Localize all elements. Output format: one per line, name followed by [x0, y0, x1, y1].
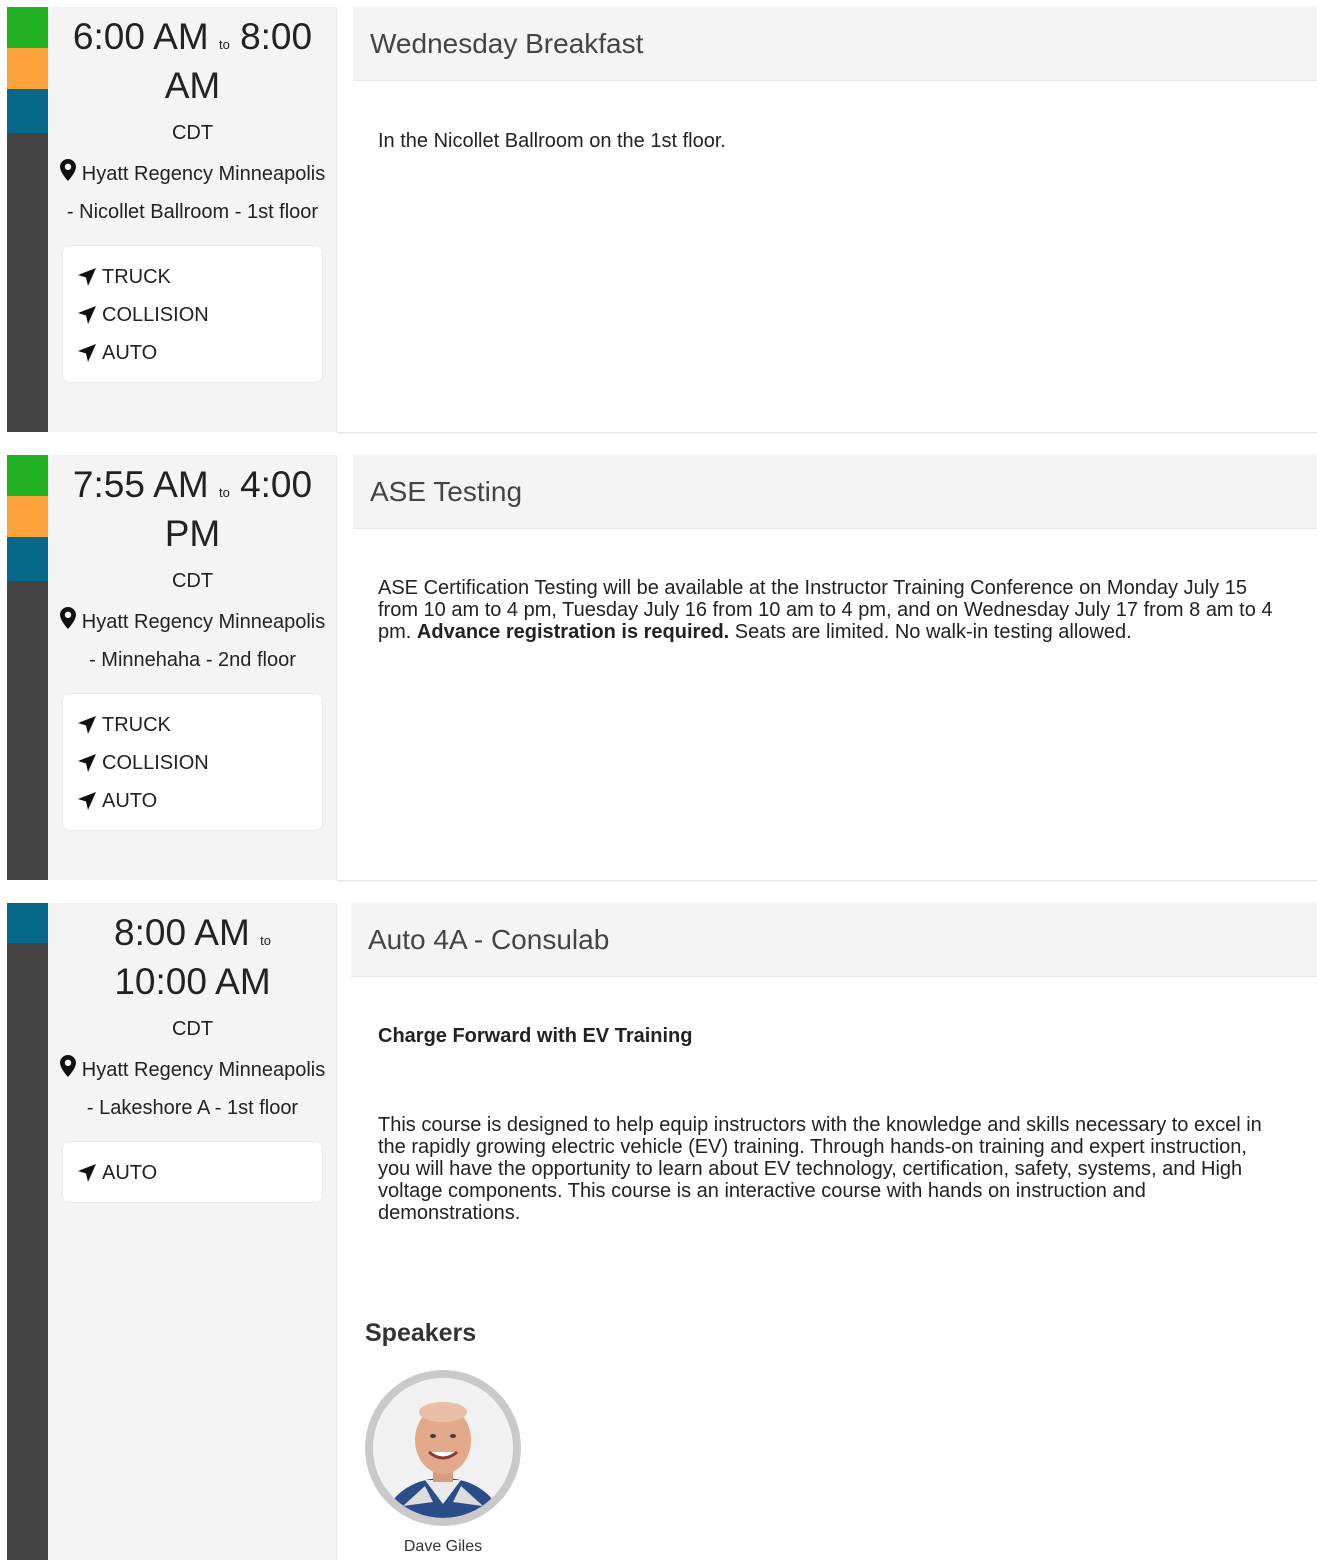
track-item-auto[interactable]: AUTO — [77, 334, 308, 372]
speakers-heading: Speakers — [365, 1319, 477, 1347]
location-arrow-icon — [78, 792, 96, 810]
session-wednesday-breakfast: 6:00 AM to 8:00 AM CDT Hyatt Regency Min… — [0, 7, 1317, 432]
end-time: 10:00 AM — [114, 961, 271, 1002]
track-label: AUTO — [102, 790, 158, 812]
track-item-truck[interactable]: TRUCK — [77, 706, 308, 744]
session-title[interactable]: Auto 4A - Consulab — [351, 903, 1317, 977]
session-info-panel: 6:00 AM to 8:00 AM CDT Hyatt Regency Min… — [48, 7, 337, 432]
timezone: CDT — [171, 1018, 214, 1040]
session-location[interactable]: Hyatt Regency Minneapolis - Lakeshore A … — [48, 1051, 337, 1127]
location-text: Hyatt Regency Minneapolis - Minnehaha - … — [81, 611, 326, 671]
session-detail-panel: ASE Testing ASE Certification Testing wi… — [337, 455, 1317, 880]
registration-notice: Advance registration is required. — [416, 621, 730, 643]
auto-color-segment — [7, 903, 48, 943]
location-arrow-icon — [78, 716, 96, 734]
session-time: 7:55 AM to 4:00 PM — [48, 464, 337, 554]
auto-color-segment — [7, 89, 48, 133]
track-label: TRUCK — [102, 714, 171, 736]
session-time: 8:00 AM to 10:00 AM — [48, 912, 337, 1002]
session-description: This course is designed to help equip in… — [378, 1114, 1262, 1224]
track-list: TRUCK COLLISION AUTO — [62, 245, 323, 383]
collision-color-segment — [7, 48, 48, 89]
speaker-avatar[interactable] — [365, 1370, 521, 1526]
session-title[interactable]: Wednesday Breakfast — [353, 7, 1317, 81]
track-item-collision[interactable]: COLLISION — [77, 296, 308, 334]
truck-color-segment — [7, 7, 48, 48]
session-info-panel: 8:00 AM to 10:00 AM CDT Hyatt Regency Mi… — [48, 903, 337, 1560]
location-arrow-icon — [78, 754, 96, 772]
speaker-portrait-image — [373, 1378, 513, 1518]
track-label: COLLISION — [102, 304, 209, 326]
speaker-name[interactable]: Dave Giles — [365, 1538, 521, 1556]
session-detail-panel: Auto 4A - Consulab Charge Forward with E… — [337, 903, 1317, 1560]
start-time: 6:00 AM — [72, 16, 209, 57]
map-marker-icon — [59, 159, 76, 181]
track-item-auto[interactable]: AUTO — [77, 1154, 308, 1192]
timezone: CDT — [171, 122, 214, 144]
location-text: Hyatt Regency Minneapolis - Lakeshore A … — [81, 1059, 326, 1119]
session-location[interactable]: Hyatt Regency Minneapolis - Minnehaha - … — [48, 603, 337, 679]
session-time: 6:00 AM to 8:00 AM — [48, 16, 337, 106]
time-separator: to — [218, 485, 230, 500]
session-description: ASE Certification Testing will be availa… — [378, 577, 1277, 643]
session-location[interactable]: Hyatt Regency Minneapolis - Nicollet Bal… — [48, 155, 337, 231]
session-ase-testing: 7:55 AM to 4:00 PM CDT Hyatt Regency Min… — [0, 455, 1317, 880]
track-label: COLLISION — [102, 752, 209, 774]
track-label: AUTO — [102, 342, 158, 364]
timezone: CDT — [171, 570, 214, 592]
speaker-card[interactable]: Dave Giles — [365, 1370, 521, 1556]
truck-color-segment — [7, 455, 48, 496]
track-item-auto[interactable]: AUTO — [77, 782, 308, 820]
track-item-truck[interactable]: TRUCK — [77, 258, 308, 296]
track-item-collision[interactable]: COLLISION — [77, 744, 308, 782]
speaker-photo — [373, 1378, 513, 1518]
time-separator: to — [260, 933, 271, 948]
map-marker-icon — [59, 607, 76, 629]
time-separator: to — [218, 37, 230, 52]
track-color-bar — [7, 903, 48, 1560]
track-color-bar — [7, 455, 48, 880]
track-list: AUTO — [62, 1141, 323, 1203]
location-arrow-icon — [78, 268, 96, 286]
track-color-bar — [7, 7, 48, 432]
course-title: Charge Forward with EV Training — [378, 1025, 693, 1047]
map-marker-icon — [59, 1055, 76, 1077]
location-arrow-icon — [78, 344, 96, 362]
auto-color-segment — [7, 537, 48, 581]
session-detail-panel: Wednesday Breakfast In the Nicollet Ball… — [337, 7, 1317, 432]
session-body: Charge Forward with EV Training This cou… — [378, 1025, 1277, 1224]
collision-color-segment — [7, 496, 48, 537]
session-title[interactable]: ASE Testing — [353, 455, 1317, 529]
location-arrow-icon — [78, 306, 96, 324]
description-text: Seats are limited. No walk-in testing al… — [729, 621, 1132, 643]
session-auto-4a-consulab: 8:00 AM to 10:00 AM CDT Hyatt Regency Mi… — [0, 903, 1317, 1560]
start-time: 8:00 AM — [114, 912, 250, 953]
track-label: AUTO — [102, 1162, 158, 1184]
session-description: In the Nicollet Ballroom on the 1st floo… — [378, 130, 726, 152]
session-info-panel: 7:55 AM to 4:00 PM CDT Hyatt Regency Min… — [48, 455, 337, 880]
track-label: TRUCK — [102, 266, 171, 288]
track-list: TRUCK COLLISION AUTO — [62, 693, 323, 831]
location-arrow-icon — [78, 1164, 96, 1182]
location-text: Hyatt Regency Minneapolis - Nicollet Bal… — [66, 163, 326, 223]
start-time: 7:55 AM — [72, 464, 209, 505]
